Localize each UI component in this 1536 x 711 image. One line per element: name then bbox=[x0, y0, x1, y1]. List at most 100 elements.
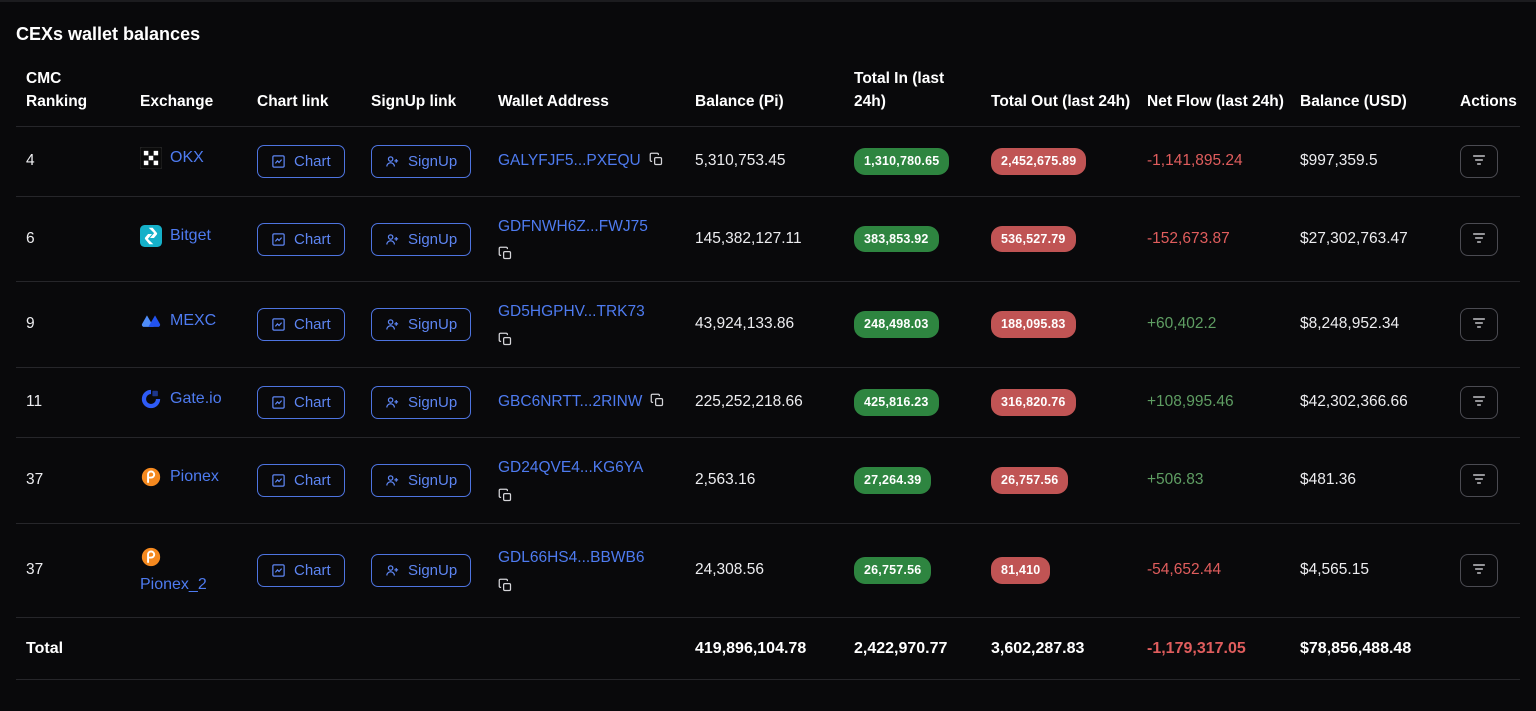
chart-button[interactable]: Chart bbox=[257, 464, 345, 497]
total-in-cell: 26,757.56 bbox=[854, 557, 991, 584]
header-total-out: Total Out (last 24h) bbox=[991, 92, 1131, 110]
chart-icon bbox=[271, 473, 286, 488]
chart-button-label: Chart bbox=[294, 230, 331, 248]
wallet-address-link[interactable]: GDL66HS4...BBWB6 bbox=[498, 549, 644, 566]
cmc-rank: 11 bbox=[26, 393, 43, 411]
signup-button[interactable]: SignUp bbox=[371, 308, 472, 341]
net-flow-value: -54,652.44 bbox=[1147, 561, 1222, 579]
exchange-link[interactable]: Bitget bbox=[140, 224, 211, 247]
mexc-logo-icon bbox=[140, 310, 162, 332]
actions-button[interactable] bbox=[1460, 308, 1498, 341]
actions-button[interactable] bbox=[1460, 554, 1498, 587]
chart-button[interactable]: Chart bbox=[257, 222, 345, 256]
cmc-rank: 37 bbox=[26, 471, 44, 489]
signup-button[interactable]: SignUp bbox=[371, 386, 472, 419]
wallet-address-link[interactable]: GBC6NRTT...2RINW bbox=[498, 393, 642, 410]
actions-button[interactable] bbox=[1460, 464, 1498, 497]
total-in-badge: 383,853.92 bbox=[854, 225, 939, 253]
signup-button[interactable]: SignUp bbox=[371, 554, 472, 587]
wallet-cell: GALYFJF5...PXEQU bbox=[498, 151, 695, 172]
filter-icon bbox=[1471, 561, 1487, 580]
exchange-link[interactable]: MEXC bbox=[140, 310, 216, 332]
table-row: 11 Gate.io Chart SignUp GBC6NRTT...2RINW bbox=[16, 368, 1520, 438]
table-row: 4 OKX Chart SignUp GALYFJF5...PXEQU 5,31… bbox=[16, 127, 1520, 197]
exchange-name: MEXC bbox=[170, 312, 217, 330]
total-out-cell: 81,410 bbox=[991, 557, 1147, 584]
total-balance-usd: $78,856,488.48 bbox=[1300, 639, 1412, 657]
wallet-address-link[interactable]: GD5HGPHV...TRK73 bbox=[498, 303, 645, 320]
chart-button-label: Chart bbox=[294, 394, 331, 411]
chart-button[interactable]: Chart bbox=[257, 386, 345, 419]
signup-button-label: SignUp bbox=[408, 562, 458, 579]
actions-cell bbox=[1460, 222, 1520, 256]
signup-button-label: SignUp bbox=[408, 230, 458, 248]
filter-icon bbox=[1471, 393, 1487, 412]
exchange-cell: OKX bbox=[140, 147, 257, 176]
wallet-address-link[interactable]: GDFNWH6Z...FWJ75 bbox=[498, 218, 648, 235]
total-out-badge: 81,410 bbox=[991, 557, 1051, 584]
exchange-name: Pionex_2 bbox=[140, 575, 207, 593]
total-out-badge: 316,820.76 bbox=[991, 389, 1076, 416]
copy-icon[interactable] bbox=[498, 578, 679, 593]
wallet-address-link[interactable]: GD24QVE4...KG6YA bbox=[498, 459, 643, 476]
exchange-name: Bitget bbox=[170, 226, 211, 244]
copy-icon[interactable] bbox=[649, 152, 664, 167]
wallet-cell: GD24QVE4...KG6YA bbox=[498, 458, 695, 503]
total-out-badge: 188,095.83 bbox=[991, 311, 1076, 338]
wallet-cell: GDL66HS4...BBWB6 bbox=[498, 548, 695, 593]
chart-button[interactable]: Chart bbox=[257, 145, 345, 178]
user-plus-icon bbox=[385, 395, 400, 410]
total-out-badge: 536,527.79 bbox=[991, 225, 1076, 253]
net-flow-value: -152,673.87 bbox=[1147, 229, 1230, 247]
balance-usd: $997,359.5 bbox=[1300, 152, 1378, 170]
balance-usd: $27,302,763.47 bbox=[1300, 229, 1408, 247]
chart-button[interactable]: Chart bbox=[257, 554, 345, 587]
balance-pi: 43,924,133.86 bbox=[695, 315, 795, 333]
exchange-cell: Pionex_2 bbox=[140, 546, 257, 596]
pionex-logo-icon bbox=[140, 546, 162, 568]
signup-button[interactable]: SignUp bbox=[371, 464, 472, 497]
filter-icon bbox=[1471, 471, 1487, 490]
header-total-in: Total In (last 24h) bbox=[854, 69, 945, 110]
filter-icon bbox=[1471, 152, 1487, 171]
total-balance-pi: 419,896,104.78 bbox=[695, 639, 807, 657]
actions-button[interactable] bbox=[1460, 386, 1498, 419]
actions-cell bbox=[1460, 308, 1520, 341]
signup-button-label: SignUp bbox=[408, 472, 458, 489]
exchange-link[interactable]: Pionex_2 bbox=[140, 546, 207, 596]
copy-icon[interactable] bbox=[498, 488, 679, 503]
exchange-link[interactable]: Gate.io bbox=[140, 388, 222, 410]
exchange-link[interactable]: Pionex bbox=[140, 466, 219, 488]
copy-icon[interactable] bbox=[650, 393, 665, 408]
actions-cell bbox=[1460, 386, 1520, 419]
user-plus-icon bbox=[385, 154, 400, 169]
signup-button[interactable]: SignUp bbox=[371, 222, 472, 256]
header-wallet-address: Wallet Address bbox=[498, 92, 609, 110]
total-out-badge: 26,757.56 bbox=[991, 467, 1069, 494]
total-out-badge: 2,452,675.89 bbox=[991, 148, 1087, 175]
okx-logo-icon bbox=[140, 147, 162, 170]
page: CEXs wallet balances CMC Ranking Exchang… bbox=[0, 2, 1536, 680]
chart-button[interactable]: Chart bbox=[257, 308, 345, 341]
exchange-cell: MEXC bbox=[140, 310, 257, 339]
exchange-cell: Gate.io bbox=[140, 388, 257, 417]
page-title: CEXs wallet balances bbox=[16, 24, 201, 44]
actions-button[interactable] bbox=[1460, 222, 1498, 256]
header-balance-pi: Balance (Pi) bbox=[695, 92, 784, 110]
pionex-logo-icon bbox=[140, 466, 162, 488]
signup-button[interactable]: SignUp bbox=[371, 145, 472, 178]
total-in-badge: 425,816.23 bbox=[854, 389, 939, 416]
exchange-link[interactable]: OKX bbox=[140, 147, 204, 170]
total-in-cell: 27,264.39 bbox=[854, 467, 991, 494]
copy-icon[interactable] bbox=[498, 246, 679, 261]
wallet-address-link[interactable]: GALYFJF5...PXEQU bbox=[498, 152, 641, 169]
signup-button-label: SignUp bbox=[408, 153, 458, 170]
signup-cell: SignUp bbox=[371, 145, 498, 178]
balance-pi: 5,310,753.45 bbox=[695, 152, 786, 170]
table-row: 37 Pionex Chart SignUp GD24QVE4...KG6YA bbox=[16, 438, 1520, 524]
signup-cell: SignUp bbox=[371, 386, 498, 419]
copy-icon[interactable] bbox=[498, 332, 679, 347]
exchange-cell: Pionex bbox=[140, 466, 257, 495]
actions-button[interactable] bbox=[1460, 145, 1498, 178]
exchange-name: Pionex bbox=[170, 468, 219, 486]
